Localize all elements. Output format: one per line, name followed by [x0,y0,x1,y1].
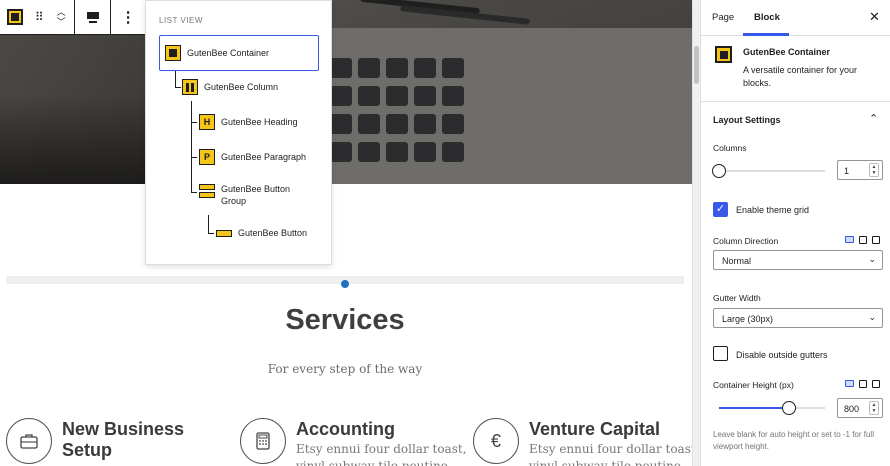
tree-connector [191,192,197,193]
disable-outside-gutters-label: Disable outside gutters [736,350,828,360]
tree-connector [208,215,209,233]
column-block-icon [182,79,198,95]
calculator-icon [240,418,286,464]
align-button[interactable] [75,0,112,34]
layout-settings-toggle[interactable]: Layout Settings ⌃ [701,102,890,138]
tree-connector [191,122,197,123]
block-card-description: A versatile container for your blocks. [743,65,858,88]
list-item-label: GutenBee Paragraph [221,152,307,162]
tree-connector [175,71,176,87]
chevron-down-icon[interactable]: ﹀ [57,17,66,27]
block-card: GutenBee Container A versatile container… [701,36,890,102]
service-description: Etsy ennui four dollar toast, vinyl subw… [296,442,467,466]
block-card-title: GutenBee Container [743,47,831,57]
gutter-width-select[interactable]: Large (30px) ⌄ [713,308,883,328]
tab-block[interactable]: Block [754,12,780,23]
tablet-icon[interactable] [859,380,867,388]
list-item-container[interactable]: GutenBee Container [159,35,319,71]
service-description: Etsy ennui four dollar toast, vinyl subw… [529,442,692,466]
mobile-icon[interactable] [872,380,880,388]
mobile-icon[interactable] [872,236,880,244]
gutter-width-label: Gutter Width [713,293,761,303]
list-item-label: GutenBee Button [238,228,308,238]
device-switcher [845,236,880,244]
drag-handle-icon[interactable]: ⠿ [30,0,48,34]
euro-icon: € [473,418,519,464]
slider-thumb[interactable] [712,164,726,178]
panel-title: Layout Settings [713,115,781,125]
separator-dot [341,280,349,288]
disable-outside-gutters-checkbox[interactable] [713,346,728,361]
list-item-paragraph[interactable]: P GutenBee Paragraph [199,149,306,165]
container-height-slider[interactable] [719,401,825,415]
list-view-panel: LIST VIEW GutenBee Container GutenBee Co… [145,0,332,265]
tab-page[interactable]: Page [712,12,734,23]
move-buttons: ︿ ﹀ [48,0,76,34]
list-item-column[interactable]: GutenBee Column [182,79,278,95]
tree-connector [175,87,181,88]
hero-keyboard-row [330,114,464,134]
container-height-input[interactable]: 800 ▲ ▼ [837,398,883,418]
services-subtitle[interactable]: For every step of the way [0,362,690,376]
chevron-down-icon: ⌄ [868,254,876,264]
sidebar-tabs: Page Block ✕ [701,0,890,36]
services-heading[interactable]: Services [0,304,690,337]
container-block-icon [715,46,732,63]
list-item-button-group[interactable]: GutenBee Button Group [199,183,291,207]
tree-connector [208,233,214,234]
close-icon[interactable]: ✕ [869,9,880,25]
device-switcher [845,380,880,388]
heading-block-icon: H [199,114,215,130]
paragraph-block-icon: P [199,149,215,165]
canvas-scrollbar[interactable] [692,0,700,466]
desktop-icon[interactable] [845,380,854,387]
list-view-title: LIST VIEW [159,16,203,25]
button-block-icon [216,225,232,241]
hero-keyboard-row [330,58,464,78]
enable-theme-grid-label: Enable theme grid [736,205,810,215]
columns-number-input[interactable]: 1 ▲ ▼ [837,160,883,180]
chevron-up-icon: ⌃ [869,113,879,125]
column-direction-select[interactable]: Normal ⌄ [713,250,883,270]
columns-slider[interactable] [712,164,825,178]
editor-canvas[interactable]: Services For every step of the way New B… [0,0,692,466]
list-item-label: GutenBee Button Group [221,184,291,206]
scrollbar-thumb[interactable] [694,46,699,84]
list-item-label: GutenBee Column [204,82,279,92]
enable-theme-grid-checkbox[interactable]: ✓ [713,202,728,217]
settings-sidebar: Page Block ✕ GutenBee Container A versat… [700,0,890,466]
tree-connector [191,101,192,193]
service-title: Accounting [296,419,395,439]
desktop-icon[interactable] [845,236,854,243]
container-block-icon [165,45,181,61]
tablet-icon[interactable] [859,236,867,244]
chevron-down-icon: ⌄ [868,312,876,322]
briefcase-icon [6,418,52,464]
hero-keyboard-row [330,86,464,106]
list-item-label: GutenBee Container [187,48,270,58]
list-item-label: GutenBee Heading [221,117,298,127]
button-group-block-icon [199,183,215,199]
block-type-button[interactable] [0,0,30,34]
hero-keyboard-row [330,142,464,162]
block-toolbar: ⠿ ︿ ﹀ ⋮ [0,0,146,35]
stepper-icon[interactable]: ▲ ▼ [869,163,879,177]
more-options-button[interactable]: ⋮ [111,0,145,34]
list-item-button[interactable]: GutenBee Button [216,225,307,241]
container-height-help: Leave blank for auto height or set to -1… [713,430,874,451]
stepper-icon[interactable]: ▲ ▼ [869,401,879,415]
column-direction-label: Column Direction [713,236,779,246]
service-title: Venture Capital [529,419,661,439]
slider-fill [719,407,789,409]
tree-connector [191,157,197,158]
list-item-heading[interactable]: H GutenBee Heading [199,114,298,130]
container-height-label: Container Height (px) [713,380,794,390]
columns-label: Columns [713,143,747,153]
service-title: New Business Setup [62,419,185,460]
chevron-up-icon[interactable]: ︿ [57,7,66,17]
align-top-icon [86,12,99,23]
container-block-icon [6,9,23,25]
slider-thumb[interactable] [781,401,796,415]
